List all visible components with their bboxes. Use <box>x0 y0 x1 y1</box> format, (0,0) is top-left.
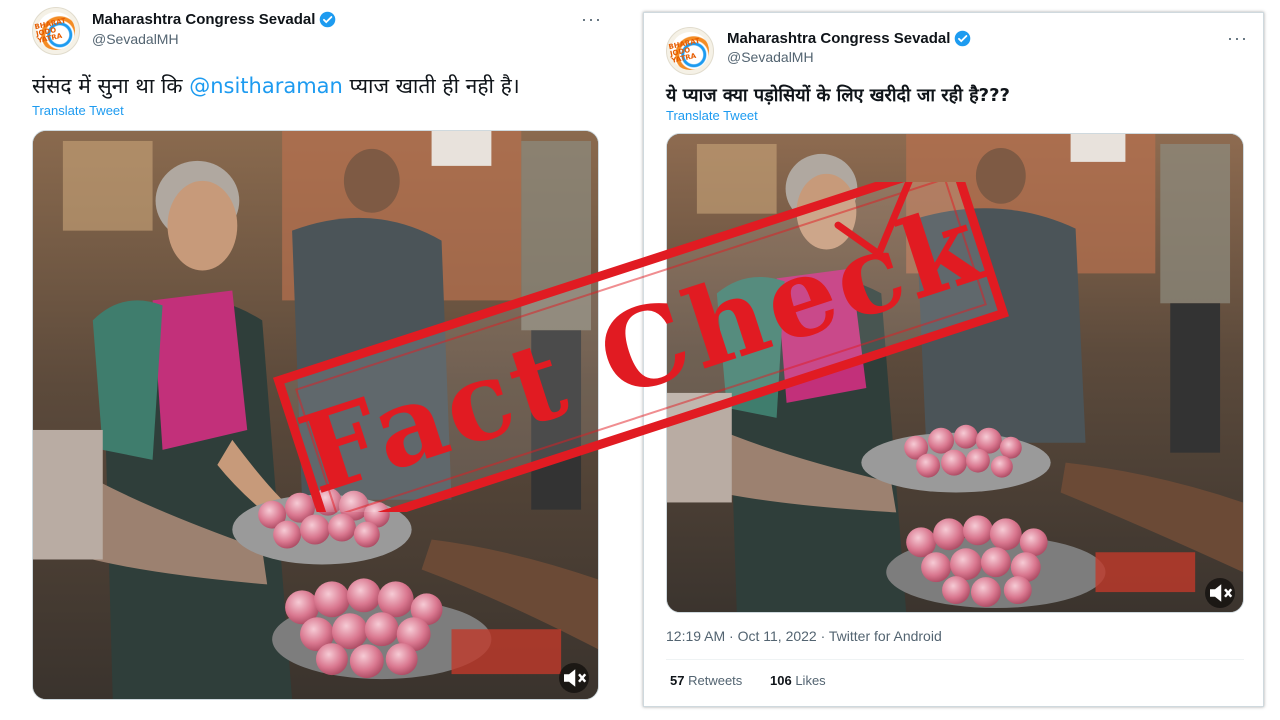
tweet-text: ये प्याज क्या पड़ोसियों के लिए खरीदी जा … <box>666 85 1010 106</box>
left-tweet-card: BHARAT JODO YATRA Maharashtra Congress S… <box>16 0 614 720</box>
video-frame <box>667 134 1243 612</box>
more-options-icon[interactable]: ··· <box>581 10 602 28</box>
translate-tweet-link[interactable]: Translate Tweet <box>666 108 758 123</box>
more-options-icon[interactable]: ··· <box>1227 29 1248 47</box>
video-frame <box>33 131 598 699</box>
translate-tweet-link[interactable]: Translate Tweet <box>32 103 124 118</box>
author-row: Maharashtra Congress Sevadal <box>727 30 971 47</box>
tweet-text-before: संसद में सुना था कि <box>32 74 190 98</box>
tweet-text-after: प्याज खाती ही नही है। <box>342 74 520 98</box>
volume-muted-icon[interactable] <box>1205 578 1235 608</box>
likes-stat[interactable]: 106 Likes <box>770 673 826 688</box>
author-handle[interactable]: @SevadalMH <box>92 31 179 47</box>
retweets-count: 57 <box>670 673 685 688</box>
avatar[interactable]: BHARAT JODO YATRA <box>32 7 80 55</box>
divider <box>666 659 1244 660</box>
mention-link[interactable]: @nsitharaman <box>189 74 343 98</box>
avatar[interactable]: BHARAT JODO YATRA <box>666 27 714 75</box>
author-name[interactable]: Maharashtra Congress Sevadal <box>727 30 950 47</box>
volume-muted-icon[interactable] <box>559 663 589 693</box>
tweet-video[interactable] <box>32 130 599 700</box>
tweet-text: संसद में सुना था कि @nsitharaman प्याज ख… <box>32 72 520 100</box>
right-tweet-card: BHARAT JODO YATRA Maharashtra Congress S… <box>643 12 1264 707</box>
verified-badge-icon <box>320 11 336 28</box>
tweet-timestamp[interactable]: 12:19 AM · Oct 11, 2022 · Twitter for An… <box>666 628 942 644</box>
likes-label: Likes <box>795 673 826 688</box>
likes-count: 106 <box>770 673 792 688</box>
retweets-label: Retweets <box>688 673 743 688</box>
author-row: Maharashtra Congress Sevadal <box>92 11 336 28</box>
verified-badge-icon <box>955 30 971 47</box>
author-name[interactable]: Maharashtra Congress Sevadal <box>92 11 315 28</box>
tweet-video[interactable] <box>666 133 1244 613</box>
retweets-stat[interactable]: 57 Retweets <box>670 673 742 688</box>
author-handle[interactable]: @SevadalMH <box>727 49 814 65</box>
